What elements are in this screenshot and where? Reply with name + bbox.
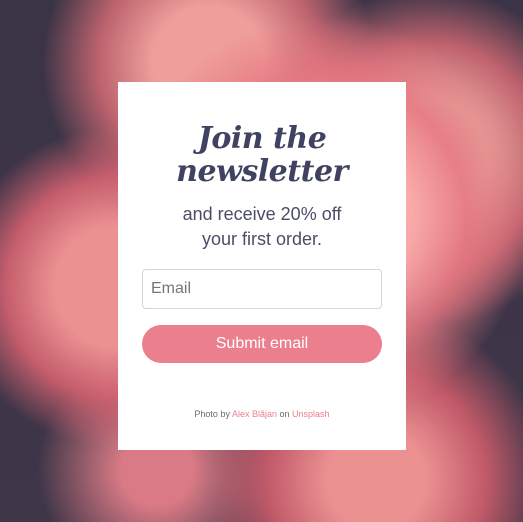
newsletter-title: Join the newsletter	[176, 121, 348, 189]
newsletter-card: Join the newsletter and receive 20% off …	[118, 82, 406, 450]
newsletter-subtitle: and receive 20% off your first order.	[182, 204, 342, 249]
credit-middle: on	[279, 409, 290, 419]
submit-email-button[interactable]: Submit email	[142, 325, 382, 363]
email-input[interactable]	[142, 269, 382, 309]
credit-source-link[interactable]: Unsplash	[292, 409, 330, 419]
photo-credit: Photo by Alex Blăjan on Unsplash	[118, 409, 406, 419]
credit-author-link[interactable]: Alex Blăjan	[232, 409, 277, 419]
credit-prefix: Photo by	[194, 409, 230, 419]
